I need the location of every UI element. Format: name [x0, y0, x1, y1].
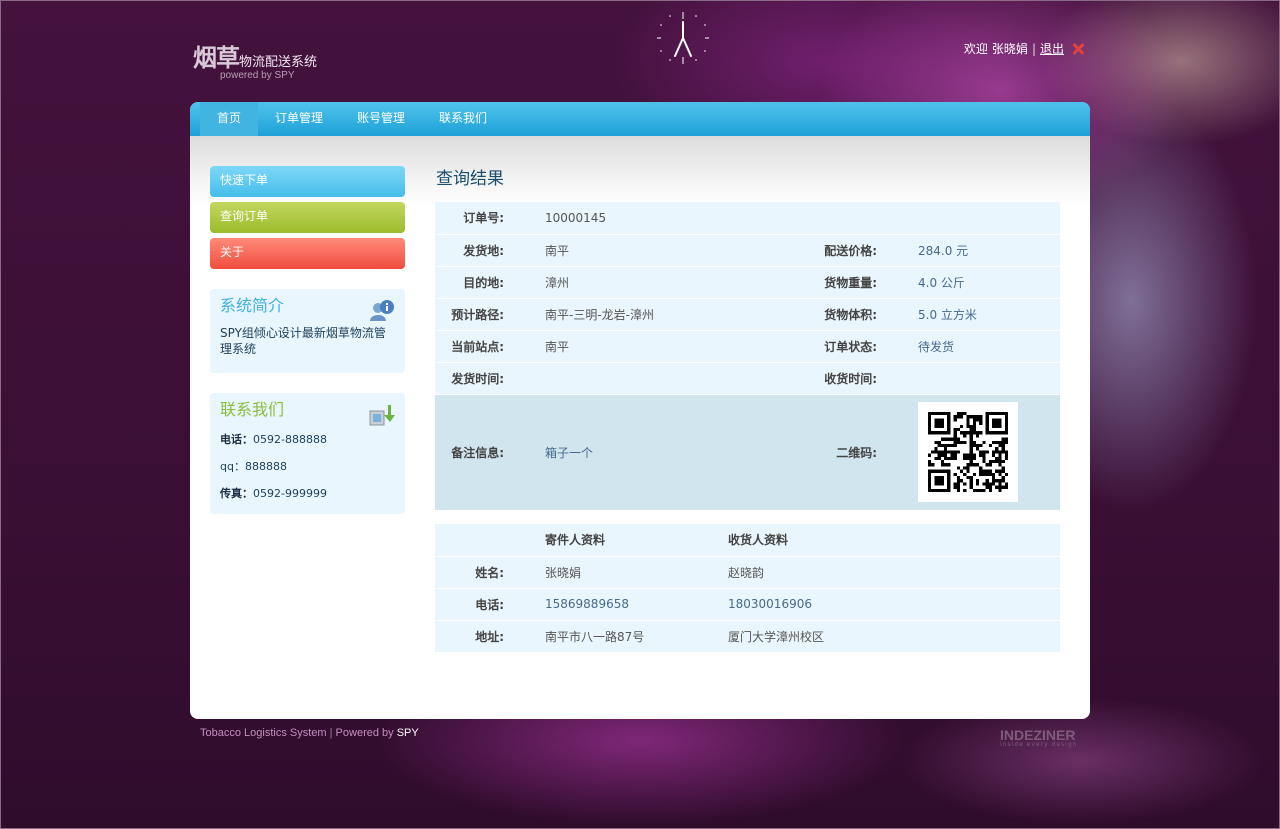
- fax-value: 0592-999999: [253, 487, 327, 500]
- user-bar: 欢迎 张晓娟 | 退出: [964, 40, 1085, 57]
- station-value: 南平: [526, 330, 755, 363]
- logo-sub-text: 物流配送系统: [239, 55, 318, 70]
- table-row: 发货时间: 收货时间:: [435, 362, 1060, 395]
- destination-label: 目的地:: [435, 266, 526, 299]
- tab-account-management[interactable]: 账号管理: [340, 102, 422, 136]
- remark-value: 箱子一个: [526, 394, 755, 511]
- ship-time-label: 发货时间:: [435, 362, 526, 395]
- receive-time-label: 收货时间:: [755, 362, 899, 395]
- table-row: 预计路径: 南平-三明-龙岩-漳州 货物体积: 5.0 立方米: [435, 298, 1060, 331]
- contact-phone: 电话：0592-888888: [220, 431, 395, 448]
- phone-row-label: 电话:: [435, 588, 526, 621]
- remark-label: 备注信息:: [435, 394, 526, 511]
- route-label: 预计路径:: [435, 298, 526, 331]
- table-row: 发货地: 南平 配送价格: 284.0 元: [435, 234, 1060, 267]
- qr-code-icon: [928, 412, 1008, 492]
- price-value: 284.0 元: [899, 234, 1060, 267]
- fax-label: 传真：: [220, 487, 253, 500]
- intro-box: 系统简介 SPY组倾心设计最新烟草物流管理系统: [210, 289, 405, 373]
- phone-label: 电话：: [220, 433, 253, 446]
- order-no-label: 订单号:: [435, 202, 526, 235]
- qr-cell: [899, 394, 1060, 511]
- table-row: 目的地: 漳州 货物重量: 4.0 公斤: [435, 266, 1060, 299]
- price-label: 配送价格:: [755, 234, 899, 267]
- sender-header: 寄件人资料: [526, 524, 709, 557]
- contact-box: 联系我们 电话：0592-888888 qq：888888 传真：0592-99…: [210, 393, 405, 514]
- order-no-value: 10000145: [526, 202, 755, 235]
- close-icon[interactable]: [1071, 42, 1085, 56]
- receiver-name: 赵晓韵: [709, 556, 1060, 589]
- station-label: 当前站点:: [435, 330, 526, 363]
- logo-powered-text: powered by SPY: [220, 70, 295, 81]
- route-value: 南平-三明-龙岩-漳州: [526, 298, 755, 331]
- tab-contact-us[interactable]: 联系我们: [422, 102, 504, 136]
- query-order-button[interactable]: 查询订单: [210, 202, 405, 233]
- contact-download-icon: [369, 405, 395, 426]
- logout-link[interactable]: 退出: [1040, 40, 1064, 57]
- table-row: 订单号: 10000145: [435, 202, 1060, 235]
- page-title: 查询结果: [436, 169, 504, 189]
- clock-icon: [657, 12, 709, 64]
- origin-label: 发货地:: [435, 234, 526, 267]
- userbar-separator: |: [1031, 41, 1036, 56]
- order-info-table: 订单号: 10000145 发货地: 南平 配送价格: 284.0 元 目的地:…: [435, 202, 1060, 511]
- address-label: 地址:: [435, 620, 526, 653]
- table-row: 电话: 15869889658 18030016906: [435, 588, 1060, 621]
- name-label: 姓名:: [435, 556, 526, 589]
- parties-table: 寄件人资料 收货人资料 姓名: 张晓娟 赵晓韵 电话: 15869889658 …: [435, 524, 1060, 653]
- table-row: 姓名: 张晓娟 赵晓韵: [435, 556, 1060, 589]
- footer-separator: |: [329, 727, 333, 739]
- qr-code-image: [918, 402, 1018, 502]
- receiver-phone: 18030016906: [709, 588, 1060, 621]
- sender-phone: 15869889658: [526, 588, 709, 621]
- receive-time-value: [899, 362, 1060, 395]
- sender-name: 张晓娟: [526, 556, 709, 589]
- volume-value: 5.0 立方米: [899, 298, 1060, 331]
- footer-spy: SPY: [396, 727, 419, 739]
- weight-value: 4.0 公斤: [899, 266, 1060, 299]
- volume-label: 货物体积:: [755, 298, 899, 331]
- username-text: 张晓娟: [991, 42, 1028, 56]
- origin-value: 南平: [526, 234, 755, 267]
- welcome-text: 欢迎: [963, 42, 988, 56]
- about-button[interactable]: 关于: [210, 238, 405, 269]
- table-row: 寄件人资料 收货人资料: [435, 524, 1060, 557]
- footer-credits: Tobacco Logistics System | Powered by SP…: [200, 727, 419, 739]
- tab-order-management[interactable]: 订单管理: [258, 102, 340, 136]
- tab-home[interactable]: 首页: [200, 102, 259, 136]
- user-info-icon: [370, 300, 394, 321]
- table-row: 备注信息: 箱子一个 二维码:: [435, 394, 1060, 511]
- main-panel: 首页 订单管理 账号管理 联系我们 快速下单 查询订单 关于 系统简介 SPY组…: [190, 102, 1090, 719]
- status-label: 订单状态:: [755, 330, 899, 363]
- receiver-address: 厦门大学漳州校区: [709, 620, 1060, 653]
- intro-text: SPY组倾心设计最新烟草物流管理系统: [220, 326, 386, 356]
- quick-order-button[interactable]: 快速下单: [210, 166, 405, 197]
- qr-label: 二维码:: [755, 394, 899, 511]
- sender-address: 南平市八一路87号: [526, 620, 709, 653]
- status-value: 待发货: [899, 330, 1060, 363]
- table-row: 当前站点: 南平 订单状态: 待发货: [435, 330, 1060, 363]
- site-logo[interactable]: 烟草物流配送系统 powered by SPY: [193, 38, 317, 81]
- weight-label: 货物重量:: [755, 266, 899, 299]
- ship-time-value: [526, 362, 755, 395]
- qq-label: qq：: [220, 460, 245, 473]
- footer-system: Tobacco Logistics System: [200, 727, 327, 739]
- receiver-header: 收货人资料: [709, 524, 1060, 557]
- logo-main-text: 烟草: [193, 43, 240, 72]
- footer-brand[interactable]: INDEZINER inside every design: [1000, 727, 1077, 748]
- contact-qq: qq：888888: [220, 458, 395, 475]
- footer-powered: Powered by: [335, 727, 394, 739]
- footer-brand-tag: inside every design: [1000, 741, 1078, 748]
- top-nav: 首页 订单管理 账号管理 联系我们: [190, 102, 1090, 136]
- destination-value: 漳州: [526, 266, 755, 299]
- contact-fax: 传真：0592-999999: [220, 485, 395, 502]
- phone-value: 0592-888888: [253, 433, 327, 446]
- qq-value: 888888: [244, 460, 287, 473]
- table-row: 地址: 南平市八一路87号 厦门大学漳州校区: [435, 620, 1060, 653]
